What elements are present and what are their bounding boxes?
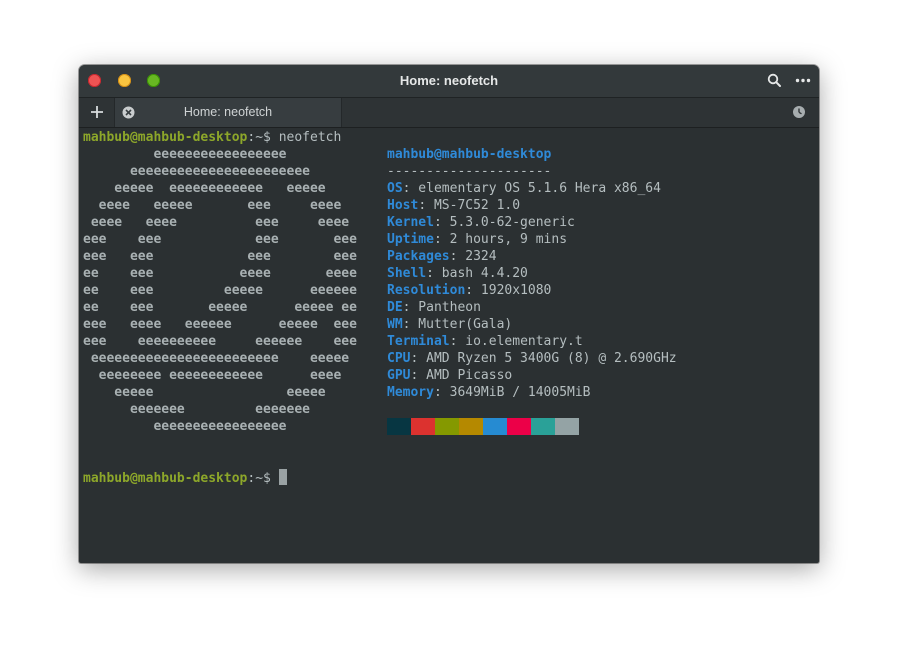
info-row: WM: Mutter(Gala) — [387, 316, 512, 333]
info-value: : 1920x1080 — [465, 283, 552, 298]
color-swatch — [555, 418, 579, 435]
info-row: Packages: 2324 — [387, 248, 497, 265]
terminal-window: Home: neofetch Home: neofetch mahbub@mah… — [79, 65, 819, 563]
info-key: OS — [387, 181, 403, 196]
info-key: Terminal — [387, 334, 450, 349]
prompt-line: mahbub@mahbub-desktop:~$ — [83, 469, 287, 486]
info-separator: --------------------- — [387, 164, 552, 179]
ascii-logo-line: eee eeeeeeeeee eeeeee eee — [83, 334, 357, 349]
ascii-logo-line: eeeeeeeeeeeeeeeee — [83, 147, 287, 162]
color-swatch — [507, 418, 531, 435]
color-swatch — [435, 418, 459, 435]
color-swatch — [411, 418, 435, 435]
info-value: : AMD Ryzen 5 3400G (8) @ 2.690GHz — [410, 351, 677, 366]
info-value: : 3649MiB / 14005MiB — [433, 385, 591, 400]
info-row: Memory: 3649MiB / 14005MiB — [387, 384, 591, 401]
ascii-logo-line: ee eee eeeee eeeeee — [83, 283, 357, 298]
more-icon[interactable] — [795, 73, 811, 88]
ascii-logo-line: eeeeeeeeeeeeeeeee — [83, 419, 287, 434]
info-value: : bash 4.4.20 — [426, 266, 528, 281]
search-icon[interactable] — [767, 73, 782, 88]
tab-bar: Home: neofetch — [79, 98, 819, 128]
ascii-logo-line: eee eeee eeeeee eeeee eee — [83, 317, 357, 332]
info-value: : AMD Picasso — [410, 368, 513, 383]
info-row: DE: Pantheon — [387, 299, 481, 316]
info-key: Packages — [387, 249, 450, 264]
info-key: Shell — [387, 266, 427, 281]
info-value: : 2 hours, 9 mins — [433, 232, 568, 247]
info-key: DE — [387, 300, 403, 315]
prompt-path: :~ — [247, 130, 264, 145]
ascii-logo-line: ee eee eeee eeee — [83, 266, 357, 281]
command-text: neofetch — [278, 130, 342, 145]
ascii-logo-line: eeeeeeee eeeeeeeeeeee eeee — [83, 368, 342, 383]
tab-home-neofetch[interactable]: Home: neofetch — [114, 98, 342, 127]
text-cursor — [278, 469, 287, 485]
color-swatch — [483, 418, 507, 435]
prompt-path: :~ — [247, 471, 264, 486]
info-key: WM — [387, 317, 403, 332]
title-bar: Home: neofetch — [79, 65, 819, 98]
ascii-logo-line: eeeee eeeee — [83, 385, 326, 400]
color-palette — [387, 418, 579, 435]
prompt-symbol: $ — [263, 130, 279, 145]
ascii-logo-line: eeee eeee eee eeee — [83, 215, 350, 230]
ascii-logo-line: ee eee eeeee eeeee ee — [83, 300, 357, 315]
info-value: : 5.3.0-62-generic — [433, 215, 575, 230]
info-key: CPU — [387, 351, 411, 366]
color-swatch — [459, 418, 483, 435]
info-value: : Pantheon — [402, 300, 481, 315]
info-key: Resolution — [387, 283, 466, 298]
ascii-logo-line: eeeee eeeeeeeeeeee eeeee — [83, 181, 326, 196]
command-line: mahbub@mahbub-desktop:~$ neofetch — [83, 129, 341, 146]
color-swatch — [531, 418, 555, 435]
info-row: Host: MS-7C52 1.0 — [387, 197, 520, 214]
info-value: : 2324 — [449, 249, 497, 264]
info-title: mahbub@mahbub-desktop — [387, 147, 552, 162]
tab-label: Home: neofetch — [183, 105, 273, 119]
terminal-output[interactable]: mahbub@mahbub-desktop:~$ neofetch eeeeee… — [83, 128, 815, 563]
ascii-logo-line: eeeeeee eeeeeee — [83, 402, 310, 417]
info-row: Shell: bash 4.4.20 — [387, 265, 528, 282]
plus-icon[interactable] — [89, 104, 105, 120]
prompt-user: mahbub@mahbub-desktop — [83, 471, 248, 486]
info-row: GPU: AMD Picasso — [387, 367, 512, 384]
info-row: Terminal: io.elementary.t — [387, 333, 583, 350]
info-value: : io.elementary.t — [449, 334, 583, 349]
ascii-logo-line: eeeeeeeeeeeeeeeeeeeeeeee eeeee — [83, 351, 350, 366]
info-key: Uptime — [387, 232, 434, 247]
ascii-logo-line: eee eee eee eee — [83, 249, 357, 264]
ascii-logo-line: eeeeeeeeeeeeeeeeeeeeeee — [83, 164, 310, 179]
info-row: Resolution: 1920x1080 — [387, 282, 551, 299]
ascii-logo-line: eee eee eee eee — [83, 232, 357, 247]
info-key: Host — [387, 198, 419, 213]
prompt-symbol: $ — [263, 471, 279, 486]
prompt-user: mahbub@mahbub-desktop — [83, 130, 248, 145]
info-row: Uptime: 2 hours, 9 mins — [387, 231, 567, 248]
info-row: OS: elementary OS 5.1.6 Hera x86_64 — [387, 180, 661, 197]
info-value: : MS-7C52 1.0 — [418, 198, 521, 213]
info-row: CPU: AMD Ryzen 5 3400G (8) @ 2.690GHz — [387, 350, 677, 367]
color-swatch — [387, 418, 411, 435]
info-key: Kernel — [387, 215, 434, 230]
info-key: Memory — [387, 385, 434, 400]
ascii-logo-line: eeee eeeee eee eeee — [83, 198, 342, 213]
info-value: : Mutter(Gala) — [402, 317, 513, 332]
info-value: : elementary OS 5.1.6 Hera x86_64 — [402, 181, 661, 196]
history-icon[interactable] — [792, 105, 806, 119]
info-row: Kernel: 5.3.0-62-generic — [387, 214, 575, 231]
info-key: GPU — [387, 368, 411, 383]
window-title: Home: neofetch — [399, 73, 499, 88]
